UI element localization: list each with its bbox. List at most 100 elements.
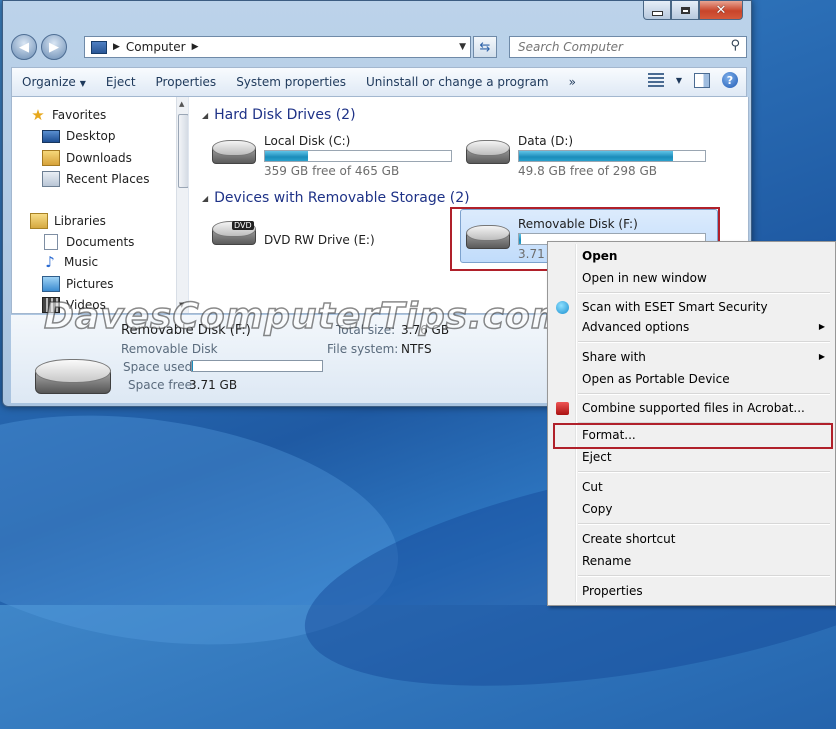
menu-copy[interactable]: Copy [582,502,612,516]
eset-shield-icon [556,301,569,314]
command-bar: Organize ▼ Eject Properties System proper… [11,67,747,97]
group-title: Hard Disk Drives (2) [214,107,356,123]
drive-name: DVD RW Drive (E:) [264,233,375,247]
details-drive-type: Removable Disk [121,342,218,356]
address-bar[interactable]: ▶ Computer ▶ ▼ [84,36,471,58]
maximize-button[interactable] [671,1,699,20]
refresh-button[interactable]: ⇆ [473,36,497,58]
pictures-icon [42,276,60,292]
search-input[interactable] [516,39,720,55]
details-space-free-label: Space free: [128,378,197,392]
star-icon: ★ [31,106,45,124]
nav-label: Downloads [66,151,132,165]
caption-buttons: ✕ [643,1,743,20]
group-header-removable[interactable]: ◢ Devices with Removable Storage (2) [202,190,470,206]
minimize-button[interactable] [643,1,671,20]
submenu-arrow-icon: ▶ [818,352,825,361]
nav-favorites[interactable]: ★ Favorites [30,106,107,124]
details-usage-bar [191,360,323,372]
hard-disk-icon [466,140,510,166]
navigation-scrollbar[interactable]: ▲ ▼ [176,97,188,313]
navigation-pane: ★ Favorites Desktop Downloads Recent Plac… [12,97,189,313]
menu-eject[interactable]: Eject [582,450,612,464]
menu-properties[interactable]: Properties [582,584,643,598]
menu-separator [578,292,830,294]
menu-rename[interactable]: Rename [582,554,631,568]
menu-combine-acrobat[interactable]: Combine supported files in Acrobat... [582,401,805,415]
menu-cut[interactable]: Cut [582,480,603,494]
drive-free-space: 49.8 GB free of 298 GB [518,164,657,178]
submenu-arrow-icon: ▶ [818,322,825,331]
arrow-right-icon: ▶ [49,39,59,55]
nav-label: Documents [66,235,135,249]
menu-open-new-window[interactable]: Open in new window [582,271,707,285]
scrollbar-thumb[interactable] [178,114,188,188]
menu-share-with[interactable]: Share with [582,350,646,364]
nav-recent-places[interactable]: Recent Places [42,171,149,187]
nav-label: Desktop [66,129,116,143]
eject-button[interactable]: Eject [96,68,146,96]
music-note-icon: ♪ [45,253,55,271]
drive-name: Data (D:) [518,134,574,148]
organize-label: Organize [22,75,76,89]
menu-open[interactable]: Open [582,249,617,263]
more-commands-button[interactable]: » [559,68,586,96]
watermark-text: DavesComputerTips.com [43,295,570,338]
forward-button[interactable]: ▶ [41,34,67,60]
menu-advanced-options[interactable]: Advanced options [582,320,689,334]
details-file-system-label: File system: [327,342,399,356]
nav-documents[interactable]: Documents [42,234,134,250]
acrobat-icon [556,402,569,415]
nav-libraries[interactable]: Libraries [30,213,106,229]
menu-create-shortcut[interactable]: Create shortcut [582,532,675,546]
details-space-free-value: 3.71 GB [189,378,238,392]
system-properties-button[interactable]: System properties [226,68,356,96]
dvd-drive-icon: DVD [212,221,256,247]
menu-separator [578,393,830,395]
view-dropdown-icon[interactable]: ▼ [676,76,682,85]
scroll-up-icon[interactable]: ▲ [179,100,184,108]
group-header-hard-disks[interactable]: ◢ Hard Disk Drives (2) [202,107,356,123]
back-button[interactable]: ◀ [11,34,37,60]
details-file-system-value: NTFS [401,342,432,356]
removable-disk-large-icon [35,359,111,395]
dvd-badge: DVD [232,221,254,230]
navigation-bar: ◀ ▶ ▶ Computer ▶ ▼ ⇆ ⚲ [11,34,749,60]
uninstall-program-button[interactable]: Uninstall or change a program [356,68,559,96]
highlight-format-option [553,423,833,449]
nav-label: Recent Places [66,172,150,186]
collapse-triangle-icon: ◢ [202,110,209,120]
recent-places-icon [42,171,60,187]
address-dropdown-icon[interactable]: ▼ [459,42,466,52]
breadcrumb-computer[interactable]: Computer [126,40,186,54]
refresh-icon: ⇆ [479,39,491,55]
nav-music[interactable]: ♪ Music [42,253,99,271]
document-icon [44,234,58,250]
drive-usage-bar [264,150,452,162]
change-view-icon[interactable] [647,73,664,87]
drive-usage-bar [518,150,706,162]
downloads-folder-icon [42,150,60,166]
search-icon[interactable]: ⚲ [730,38,740,53]
menu-separator [578,471,830,473]
maximize-icon [680,6,690,14]
help-icon[interactable]: ? [722,72,738,88]
view-controls: ▼ ? [647,72,738,88]
nav-desktop[interactable]: Desktop [42,129,116,143]
computer-icon [91,40,107,54]
nav-label: Music [64,255,99,269]
nav-pictures[interactable]: Pictures [42,276,114,292]
organize-button[interactable]: Organize ▼ [12,68,96,96]
arrow-left-icon: ◀ [19,39,29,55]
nav-downloads[interactable]: Downloads [42,150,132,166]
hard-disk-icon [212,140,256,166]
breadcrumb-chevron-icon: ▶ [191,42,199,52]
menu-open-portable-device[interactable]: Open as Portable Device [582,372,730,386]
close-button[interactable]: ✕ [699,1,743,20]
preview-pane-icon[interactable] [694,72,710,88]
nav-label: Favorites [52,108,107,122]
properties-button[interactable]: Properties [146,68,227,96]
menu-scan-eset[interactable]: Scan with ESET Smart Security [582,300,768,314]
details-space-used-label: Space used: [123,360,197,374]
drive-free-space: 359 GB free of 465 GB [264,164,400,178]
